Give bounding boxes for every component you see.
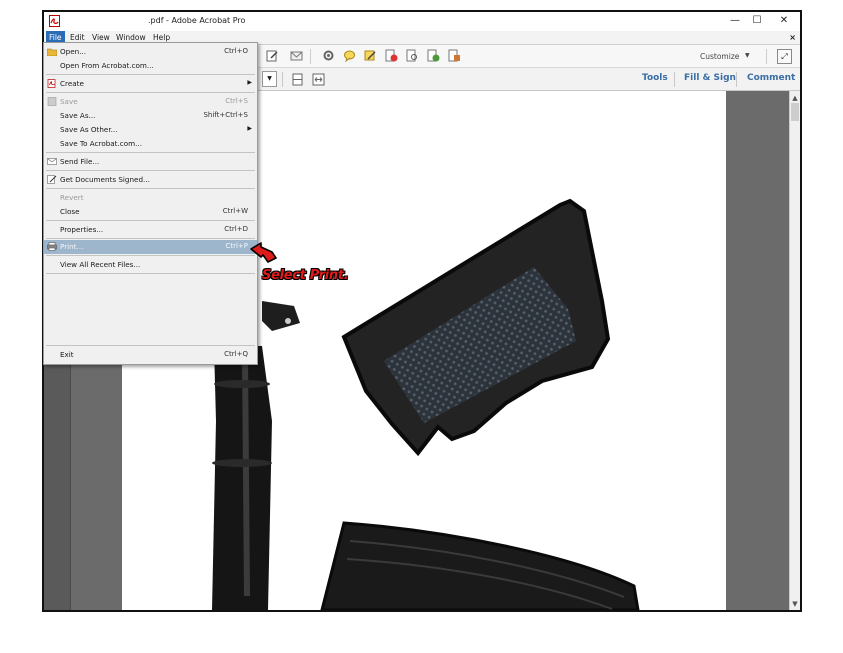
fit-width-icon[interactable]: [312, 73, 325, 86]
toolbar-divider: [766, 49, 767, 64]
gear-icon[interactable]: [322, 49, 335, 62]
pdf-search-icon[interactable]: [406, 49, 419, 62]
menu-item-send-file[interactable]: Send File...: [44, 155, 257, 169]
menu-item-label: Print...: [60, 242, 84, 251]
fit-page-icon[interactable]: [291, 73, 304, 86]
title-bar: .pdf - Adobe Acrobat Pro — ☐ ✕: [44, 12, 800, 31]
menu-item-shortcut: Shift+Ctrl+S: [203, 111, 248, 119]
scroll-down-arrow[interactable]: ▼: [790, 599, 800, 609]
menu-item-label: Open...: [60, 47, 87, 56]
close-window-button[interactable]: ✕: [773, 14, 795, 28]
menu-item-label: Save To Acrobat.com...: [60, 139, 142, 148]
envelope-icon: [47, 158, 57, 165]
window-title: .pdf - Adobe Acrobat Pro: [148, 16, 246, 25]
minimize-button[interactable]: —: [724, 14, 746, 28]
email-icon[interactable]: [290, 49, 303, 62]
menu-item-label: Save As Other...: [60, 125, 118, 134]
menu-item-view-all-recent[interactable]: View All Recent Files...: [44, 258, 257, 272]
zoom-dropdown-caret[interactable]: ▼: [262, 71, 277, 87]
toolbar-divider: [310, 49, 311, 64]
pdf-export-icon[interactable]: [427, 49, 440, 62]
menu-item-label: Save As...: [60, 111, 96, 120]
maximize-button[interactable]: ☐: [746, 14, 768, 28]
red-pointer-arrow-icon: [250, 242, 277, 263]
menu-item-print[interactable]: Print... Ctrl+P: [44, 240, 257, 254]
pdf-form-icon[interactable]: [448, 49, 461, 62]
menu-separator: [46, 152, 255, 153]
menu-item-open-from-acrobat[interactable]: Open From Acrobat.com...: [44, 59, 257, 73]
menu-item-label: Send File...: [60, 157, 100, 166]
menu-item-label: View All Recent Files...: [60, 260, 141, 269]
pdf-remove-icon[interactable]: [385, 49, 398, 62]
menu-separator: [46, 255, 255, 256]
menu-item-save[interactable]: Save Ctrl+S: [44, 95, 257, 109]
sign-document-icon: [47, 175, 57, 184]
menu-item-label: Close: [60, 207, 80, 216]
menu-item-open[interactable]: Open... Ctrl+O: [44, 45, 257, 59]
menu-item-shortcut: Ctrl+W: [222, 207, 248, 215]
menu-item-label: Revert: [60, 193, 84, 202]
select-print-callout: Select Print.: [262, 268, 349, 283]
save-disk-icon: [47, 97, 57, 106]
vertical-scrollbar[interactable]: ▲ ▼: [789, 91, 800, 610]
comment-pane-button[interactable]: Comment: [747, 73, 795, 83]
scroll-thumb[interactable]: [791, 103, 799, 121]
menu-separator: [46, 345, 255, 346]
fill-sign-pane-button[interactable]: Fill & Sign: [684, 73, 736, 83]
toolbar-divider: [674, 72, 675, 87]
menu-item-label: Exit: [60, 350, 74, 359]
menu-separator: [46, 188, 255, 189]
menu-item-properties[interactable]: Properties... Ctrl+D: [44, 223, 257, 237]
menu-item-save-as[interactable]: Save As... Shift+Ctrl+S: [44, 109, 257, 123]
file-menu: Open... Ctrl+O Open From Acrobat.com... …: [43, 42, 258, 365]
create-pdf-icon: [47, 79, 56, 88]
menu-item-label: Open From Acrobat.com...: [60, 61, 154, 70]
menu-separator: [46, 92, 255, 93]
menu-separator: [46, 220, 255, 221]
customize-label[interactable]: Customize: [700, 52, 739, 61]
acrobat-app-icon: [49, 15, 60, 27]
menu-item-close[interactable]: Close Ctrl+W: [44, 205, 257, 219]
menu-separator: [46, 170, 255, 171]
toolbar-divider: [282, 72, 283, 87]
menu-item-label: Get Documents Signed...: [60, 175, 150, 184]
tools-pane-button[interactable]: Tools: [642, 73, 668, 83]
menu-item-exit[interactable]: Exit Ctrl+Q: [44, 348, 257, 362]
menu-item-revert[interactable]: Revert: [44, 191, 257, 205]
open-folder-icon: [47, 48, 57, 56]
menu-item-label: Create: [60, 79, 84, 88]
menu-item-shortcut: Ctrl+P: [225, 242, 248, 250]
submenu-arrow-icon: ▶: [247, 79, 252, 86]
edit-text-icon[interactable]: [266, 49, 279, 62]
close-document-button[interactable]: ×: [789, 31, 796, 44]
expand-icon[interactable]: ⤢: [777, 49, 792, 64]
customize-caret-icon[interactable]: ▼: [745, 52, 750, 59]
printer-icon: [47, 242, 57, 251]
menu-item-shortcut: Ctrl+D: [224, 225, 248, 233]
menu-item-label: Properties...: [60, 225, 104, 234]
scroll-up-arrow[interactable]: ▲: [790, 93, 800, 103]
menu-item-label: Save: [60, 97, 78, 106]
menu-item-shortcut: Ctrl+S: [225, 97, 248, 105]
comment-bubble-icon[interactable]: [343, 49, 356, 62]
toolbar-divider: [736, 72, 737, 87]
menu-item-save-as-other[interactable]: Save As Other... ▶: [44, 123, 257, 137]
highlight-icon[interactable]: [364, 49, 377, 62]
menu-item-save-to-acrobat[interactable]: Save To Acrobat.com...: [44, 137, 257, 151]
menu-item-get-documents-signed[interactable]: Get Documents Signed...: [44, 173, 257, 187]
menu-item-shortcut: Ctrl+O: [224, 47, 248, 55]
menu-item-create[interactable]: Create ▶: [44, 77, 257, 91]
menu-separator: [46, 238, 255, 239]
menu-separator: [46, 273, 255, 274]
submenu-arrow-icon: ▶: [247, 125, 252, 132]
menu-separator: [46, 74, 255, 75]
menu-item-shortcut: Ctrl+Q: [224, 350, 248, 358]
